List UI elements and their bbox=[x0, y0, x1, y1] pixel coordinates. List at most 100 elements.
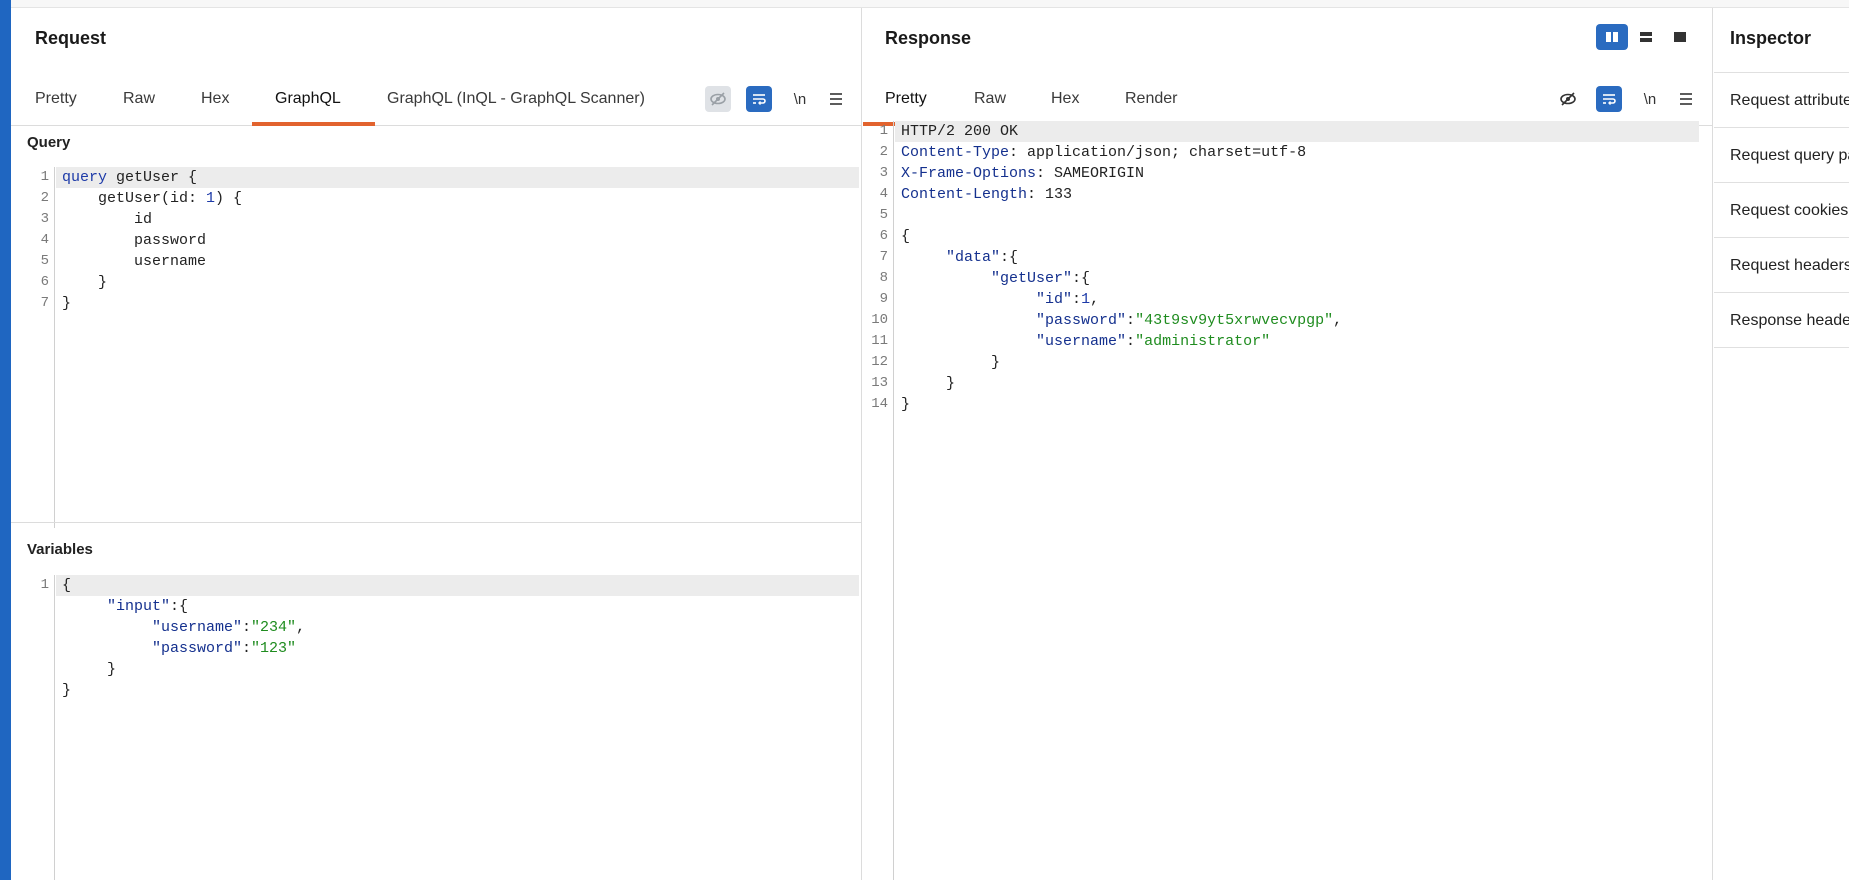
code-line: "password":"123" bbox=[62, 638, 296, 659]
line-number: 5 bbox=[879, 207, 888, 223]
code-line: id bbox=[62, 209, 152, 230]
menu-icon[interactable] bbox=[823, 86, 849, 112]
inspector-request-headers[interactable]: Request headers bbox=[1714, 238, 1849, 293]
tab-hex[interactable]: Hex bbox=[201, 90, 229, 108]
code-token: :{ bbox=[170, 598, 189, 615]
code-token: HTTP/2 200 OK bbox=[901, 123, 1019, 140]
code-token: : bbox=[1126, 333, 1136, 350]
line-number: 2 bbox=[879, 144, 888, 160]
line-number: 14 bbox=[871, 396, 888, 412]
response-editor[interactable]: 1 HTTP/2 200 OK 2 Content-Type: application… bbox=[863, 121, 1699, 880]
hide-nonprintable-icon[interactable] bbox=[705, 86, 731, 112]
line-number: 4 bbox=[879, 186, 888, 202]
newline-toggle[interactable]: \n bbox=[787, 86, 813, 112]
response-title: Response bbox=[885, 28, 972, 48]
code-line: X-Frame-Options: SAMEORIGIN bbox=[901, 163, 1144, 184]
top-bottom-layout-icon[interactable] bbox=[1630, 24, 1662, 50]
single-pane-layout-icon[interactable] bbox=[1664, 24, 1696, 50]
code-token: } bbox=[62, 295, 72, 312]
line-number: 2 bbox=[40, 190, 49, 206]
code-token: : bbox=[242, 640, 252, 657]
side-strip bbox=[0, 0, 11, 880]
code-token: { bbox=[62, 577, 72, 594]
query-editor[interactable]: 1 query getUser {2 getUser(id: 1) {3 id 4 … bbox=[23, 167, 859, 528]
line-number: 10 bbox=[871, 312, 888, 328]
code-token: "input" bbox=[107, 598, 171, 615]
newline-toggle[interactable]: \n bbox=[1637, 86, 1663, 112]
inspector-response-headers[interactable]: Response headers bbox=[1714, 293, 1849, 348]
code-line: "input":{ bbox=[62, 596, 188, 617]
inspector-request-query-params[interactable]: Request query parameters bbox=[1714, 128, 1849, 183]
response-tabs: Pretty Raw Hex Render \n bbox=[863, 70, 1712, 126]
line-number: 3 bbox=[879, 165, 888, 181]
code-token: username bbox=[62, 253, 207, 270]
code-token: getUser { bbox=[107, 169, 198, 186]
code-line: "id":1, bbox=[901, 289, 1099, 310]
query-label: Query bbox=[27, 134, 71, 151]
tab-graphql-inql[interactable]: GraphQL (InQL - GraphQL Scanner) bbox=[387, 90, 645, 108]
code-token: } bbox=[901, 396, 911, 413]
line-number: 7 bbox=[879, 249, 888, 265]
code-token: "username" bbox=[1036, 333, 1127, 350]
line-number: 1 bbox=[40, 169, 49, 185]
code-token: : 133 bbox=[1027, 186, 1073, 203]
line-number: 12 bbox=[871, 354, 888, 370]
tab-raw[interactable]: Raw bbox=[974, 90, 1006, 108]
code-line: } bbox=[62, 680, 71, 701]
hide-nonprintable-icon[interactable] bbox=[1555, 86, 1581, 112]
code-token: id bbox=[62, 211, 153, 228]
code-line: Content-Type: application/json; charset=… bbox=[901, 142, 1306, 163]
code-token: "administrator" bbox=[1135, 333, 1271, 350]
tab-raw[interactable]: Raw bbox=[123, 90, 155, 108]
side-by-side-layout-icon[interactable] bbox=[1596, 24, 1628, 50]
request-title: Request bbox=[35, 28, 107, 48]
line-number: 3 bbox=[40, 211, 49, 227]
tab-render[interactable]: Render bbox=[1125, 90, 1177, 108]
current-line-highlight bbox=[56, 575, 859, 596]
menu-icon[interactable] bbox=[1673, 86, 1699, 112]
code-token: :{ bbox=[1072, 270, 1091, 287]
code-line: { bbox=[62, 575, 71, 596]
line-number: 1 bbox=[40, 577, 49, 593]
code-token: : application/json; charset=utf-8 bbox=[1009, 144, 1307, 161]
tab-hex[interactable]: Hex bbox=[1051, 90, 1079, 108]
code-token: } bbox=[901, 354, 1001, 371]
request-tabs: Pretty Raw Hex GraphQL GraphQL (InQL - G… bbox=[11, 70, 861, 126]
inspector-request-cookies[interactable]: Request cookies bbox=[1714, 183, 1849, 238]
response-panel: Response Pretty Raw Hex Render \n 1 HTTP… bbox=[863, 8, 1713, 880]
query-variables-divider[interactable] bbox=[11, 522, 861, 523]
line-number: 8 bbox=[879, 270, 888, 286]
line-number: 7 bbox=[40, 295, 49, 311]
inspector-panel: Inspector Request attributes Request que… bbox=[1714, 8, 1849, 880]
code-token: } bbox=[62, 274, 108, 291]
code-line: "getUser":{ bbox=[901, 268, 1090, 289]
tab-pretty[interactable]: Pretty bbox=[885, 90, 927, 108]
code-line: HTTP/2 200 OK bbox=[901, 121, 1018, 142]
line-number: 6 bbox=[40, 274, 49, 290]
word-wrap-icon[interactable] bbox=[746, 86, 772, 112]
code-line: } bbox=[62, 272, 107, 293]
variables-editor[interactable]: 1{ "input":{ "username":"234", "password… bbox=[23, 575, 859, 880]
code-line: "data":{ bbox=[901, 247, 1018, 268]
word-wrap-icon[interactable] bbox=[1596, 86, 1622, 112]
code-line: password bbox=[62, 230, 206, 251]
line-number: 9 bbox=[879, 291, 888, 307]
inspector-request-attributes[interactable]: Request attributes bbox=[1714, 73, 1849, 128]
code-token: : bbox=[1126, 312, 1136, 329]
code-token: "id" bbox=[1036, 291, 1073, 308]
code-line: query getUser { bbox=[62, 167, 197, 188]
tab-graphql[interactable]: GraphQL bbox=[275, 90, 341, 108]
code-token: , bbox=[296, 619, 306, 636]
code-line: } bbox=[62, 659, 116, 680]
line-number: 13 bbox=[871, 375, 888, 391]
layout-toggle bbox=[1596, 24, 1696, 50]
tab-pretty[interactable]: Pretty bbox=[35, 90, 77, 108]
code-token: } bbox=[62, 661, 117, 678]
code-token: "username" bbox=[152, 619, 243, 636]
